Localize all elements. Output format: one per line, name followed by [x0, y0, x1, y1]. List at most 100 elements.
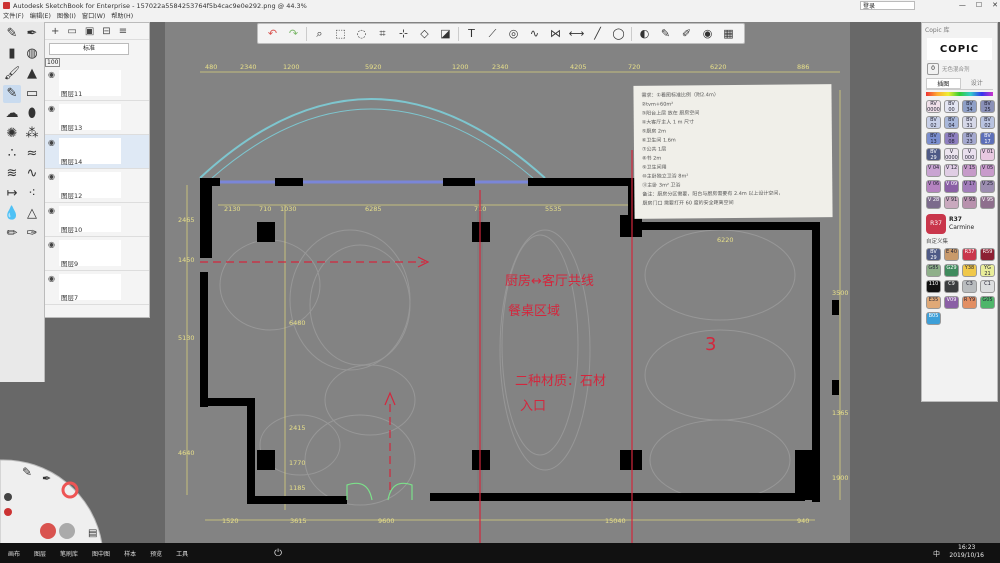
stroke-icon[interactable]: ◐: [636, 26, 653, 41]
copic-swatch[interactable]: BV 02: [926, 116, 941, 129]
blender-icon[interactable]: 0: [927, 63, 939, 75]
copic-swatch[interactable]: V 05: [980, 164, 995, 177]
ime-indicator[interactable]: 中: [933, 549, 940, 559]
copic-swatch[interactable]: G85: [926, 264, 941, 277]
color-wheel-icon[interactable]: ◉: [699, 26, 716, 41]
copic-swatch[interactable]: G29: [944, 264, 959, 277]
scatter-brush-icon[interactable]: ⁖: [23, 185, 41, 203]
taskbar-item[interactable]: 图中图: [92, 549, 110, 558]
copic-swatch[interactable]: V 04: [926, 164, 941, 177]
copic-swatch[interactable]: RV 0000: [926, 100, 941, 113]
visibility-icon[interactable]: ◉: [48, 240, 55, 249]
copic-swatch[interactable]: C3: [962, 280, 977, 293]
visibility-icon[interactable]: ◉: [48, 274, 55, 283]
french-curve-icon[interactable]: ∿: [526, 26, 543, 41]
copic-swatch[interactable]: C9: [944, 280, 959, 293]
layer-item[interactable]: ◉ 图层14: [45, 135, 149, 169]
visibility-icon[interactable]: ◉: [48, 172, 55, 181]
triangle-brush-icon[interactable]: △: [23, 205, 41, 223]
stroke-brush-icon[interactable]: ≋: [3, 165, 21, 183]
transform-icon[interactable]: ⊹: [395, 26, 412, 41]
eraser-icon[interactable]: ▭: [23, 85, 41, 103]
redo-icon[interactable]: ↷: [285, 26, 302, 41]
taskbar-item[interactable]: 笔刷库: [60, 549, 78, 558]
tab-design[interactable]: 设计: [961, 78, 994, 89]
copic-swatch[interactable]: BV 00: [944, 100, 959, 113]
brush-puck-icon[interactable]: [4, 493, 12, 501]
undo-icon[interactable]: ↶: [264, 26, 281, 41]
layer-item[interactable]: ◉ 图层11: [45, 67, 149, 101]
copic-swatch[interactable]: V 01: [980, 148, 995, 161]
texture-brush-icon[interactable]: ✺: [3, 125, 21, 143]
line-icon[interactable]: ╱: [589, 26, 606, 41]
layer-lagoon-icon[interactable]: ▤: [88, 528, 97, 539]
copic-swatch[interactable]: BV 25: [980, 100, 995, 113]
copic-swatch[interactable]: E 40: [944, 248, 959, 261]
copic-swatch[interactable]: V 12: [944, 164, 959, 177]
visibility-icon[interactable]: ◉: [48, 70, 55, 79]
copic-swatch[interactable]: BV 29: [926, 248, 941, 261]
blur-icon[interactable]: ⬮: [23, 105, 41, 123]
redo-lagoon-icon[interactable]: [59, 523, 75, 539]
lagoon-dial[interactable]: ✎ ✒ ▤: [0, 452, 110, 544]
pencil-brush-icon[interactable]: ✎: [3, 25, 21, 43]
floor-plan-drawing[interactable]: 480 2340 1200 5920 1200 2340 4205 720 62…: [0, 0, 1000, 563]
shape-icon[interactable]: ◯: [610, 26, 627, 41]
crop-icon[interactable]: ⌗: [374, 26, 391, 41]
pen-lagoon-icon[interactable]: ✒: [42, 472, 51, 485]
fill-icon[interactable]: ◪: [437, 26, 454, 41]
lasso-icon[interactable]: ◌: [353, 26, 370, 41]
copic-swatch[interactable]: R37: [962, 248, 977, 261]
copic-swatch[interactable]: C1: [980, 280, 995, 293]
distort-icon[interactable]: ◇: [416, 26, 433, 41]
layer-item[interactable]: ◉ 图层7: [45, 271, 149, 305]
copic-swatch[interactable]: G05: [980, 296, 995, 309]
brush-library-icon[interactable]: ✐: [678, 26, 695, 41]
copic-swatch[interactable]: BV 17: [980, 132, 995, 145]
taskbar-item[interactable]: 工具: [176, 549, 188, 558]
taskbar-item[interactable]: 预览: [150, 549, 162, 558]
blend-mode-select[interactable]: 标准: [49, 43, 129, 55]
copic-swatch[interactable]: BV 31: [962, 116, 977, 129]
image-layer-icon[interactable]: ▣: [85, 26, 94, 37]
brush-lagoon-icon[interactable]: ✎: [22, 465, 32, 479]
copic-swatch[interactable]: V 91: [944, 196, 959, 209]
curve-brush-icon[interactable]: ∿: [23, 165, 41, 183]
copic-swatch[interactable]: V 15: [962, 164, 977, 177]
copic-swatch[interactable]: V 93: [962, 196, 977, 209]
copic-swatch[interactable]: V 0000: [944, 148, 959, 161]
opacity-field[interactable]: 100: [45, 58, 61, 67]
chisel-brush-icon[interactable]: ▲: [23, 65, 41, 83]
menu-icon[interactable]: ≡: [119, 26, 127, 37]
ellipse-guide-icon[interactable]: ◎: [505, 26, 522, 41]
copic-swatch[interactable]: V 25: [980, 180, 995, 193]
text-icon[interactable]: T: [463, 26, 480, 41]
copic-swatch[interactable]: BV 02: [980, 116, 995, 129]
copic-swatch[interactable]: B05: [926, 312, 941, 325]
symmetry-icon[interactable]: ⟷: [568, 26, 585, 41]
wave-brush-icon[interactable]: ≈: [23, 145, 41, 163]
taskbar-item[interactable]: 画布: [8, 549, 20, 558]
color-puck-icon[interactable]: [4, 508, 12, 516]
tab-illustration[interactable]: 插图: [926, 78, 961, 89]
merge-icon[interactable]: ⊟: [102, 26, 110, 37]
add-layer-icon[interactable]: +: [51, 26, 59, 37]
current-color-swatch[interactable]: R37: [926, 214, 946, 234]
copic-library-icon[interactable]: ✎: [657, 26, 674, 41]
copic-swatch[interactable]: R Y9: [962, 296, 977, 309]
smudge-icon[interactable]: ☁: [3, 105, 21, 123]
power-icon[interactable]: ⏻: [274, 548, 282, 559]
copic-swatch[interactable]: BV 04: [944, 116, 959, 129]
hue-strip[interactable]: [926, 92, 993, 96]
selected-brush-icon[interactable]: ✎: [3, 85, 21, 103]
taskbar-item[interactable]: 样本: [124, 549, 136, 558]
copic-swatch[interactable]: V 17: [962, 180, 977, 193]
airbrush-icon[interactable]: ◍: [23, 45, 41, 63]
copic-swatch[interactable]: BV 13: [926, 132, 941, 145]
splatter-brush-icon[interactable]: ⁂: [23, 125, 41, 143]
dots-brush-icon[interactable]: ∴: [3, 145, 21, 163]
visibility-icon[interactable]: ◉: [48, 138, 55, 147]
layer-item[interactable]: ◉ 图层9: [45, 237, 149, 271]
copic-swatch[interactable]: R59: [980, 248, 995, 261]
copic-swatch[interactable]: V 95: [980, 196, 995, 209]
